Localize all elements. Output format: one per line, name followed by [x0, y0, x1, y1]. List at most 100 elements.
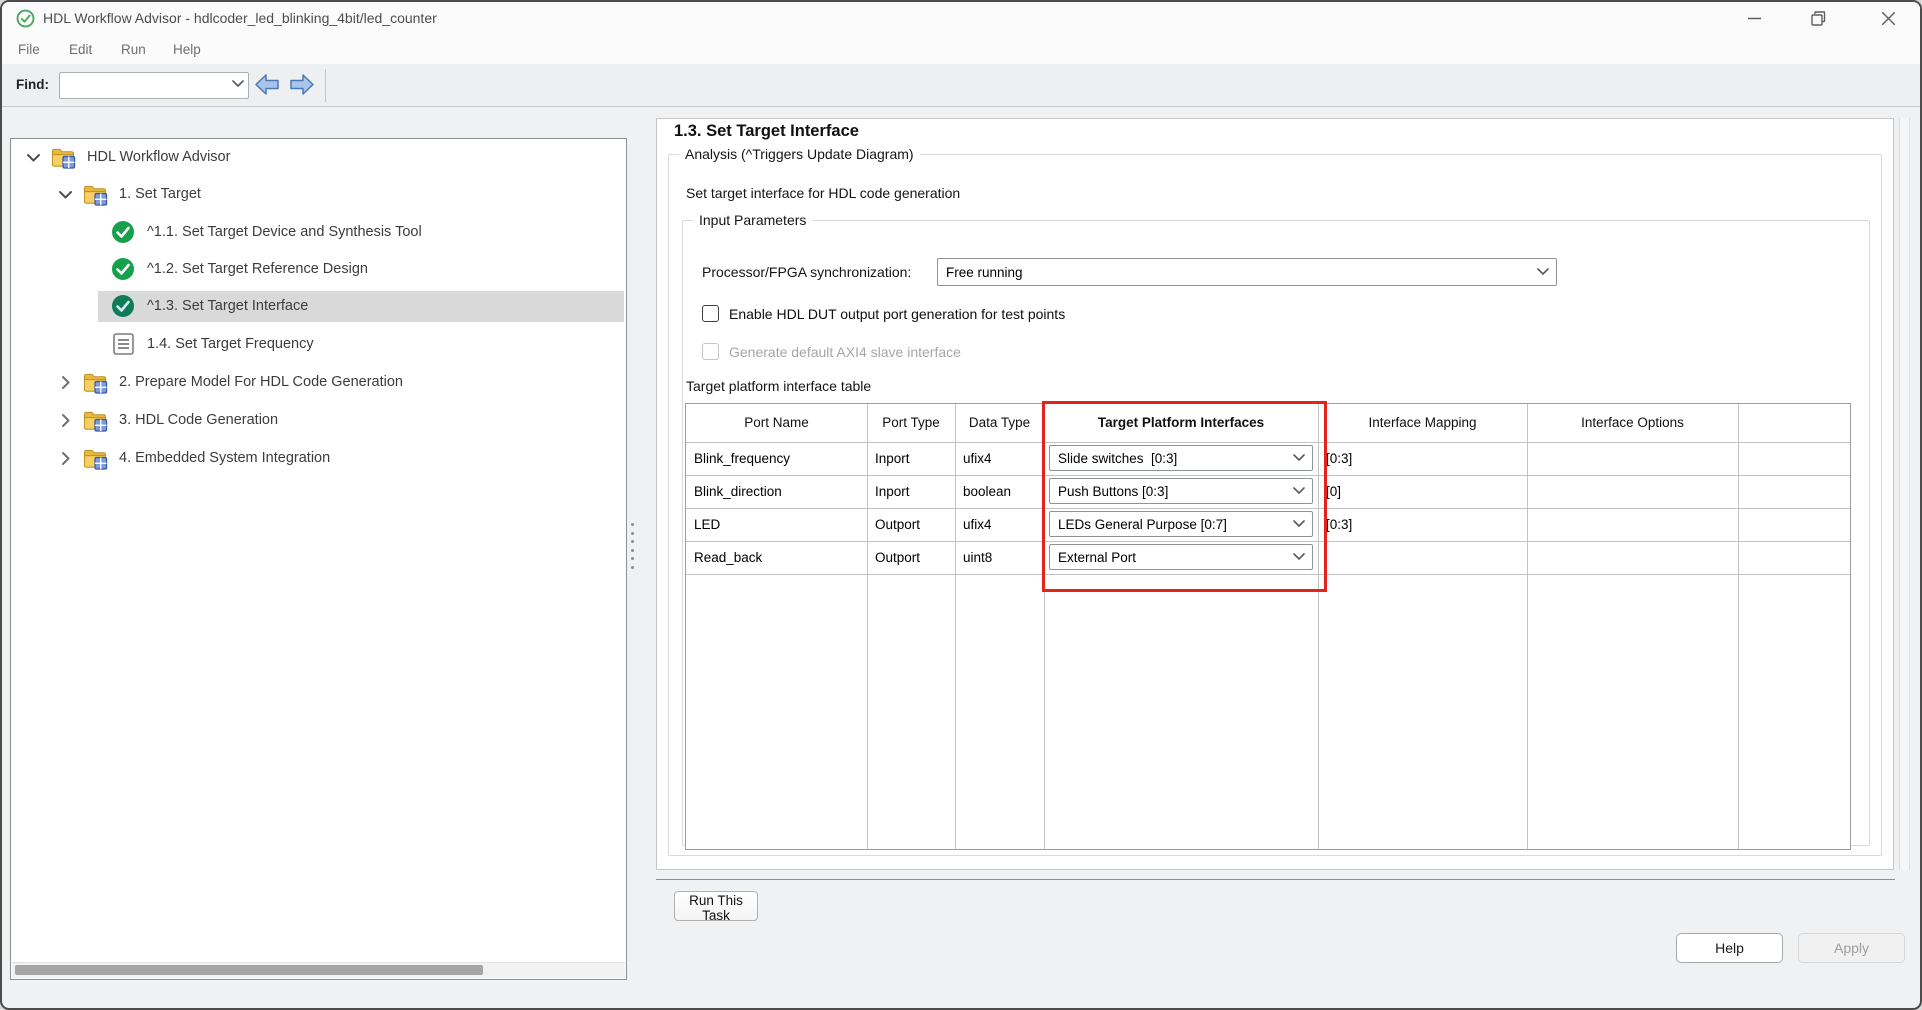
cell-port-name[interactable]: Read_back — [686, 541, 867, 574]
find-previous-button[interactable] — [253, 72, 281, 97]
passed-check-icon — [111, 220, 135, 244]
sync-label: Processor/FPGA synchronization: — [702, 264, 912, 280]
hdl-workflow-advisor-window: HDL Workflow Advisor - hdlcoder_led_blin… — [0, 0, 1922, 1010]
passed-check-icon — [111, 257, 135, 281]
tree-item-prepare-model[interactable]: 2. Prepare Model For HDL Code Generation — [11, 367, 626, 398]
cell-data-type[interactable]: ufix4 — [955, 442, 1044, 475]
cell-interface-mapping[interactable]: [0] — [1318, 475, 1527, 508]
col-header-interface-mapping[interactable]: Interface Mapping — [1318, 404, 1527, 442]
cell-data-type[interactable]: boolean — [955, 475, 1044, 508]
help-button[interactable]: Help — [1676, 933, 1783, 963]
chevron-down-icon — [1293, 454, 1305, 461]
axi4-checkbox-disabled — [702, 343, 719, 360]
find-label: Find: — [16, 77, 49, 92]
task-vertical-scrollbar[interactable] — [1899, 118, 1910, 870]
cell-data-type[interactable]: uint8 — [955, 541, 1044, 574]
col-header-port-type[interactable]: Port Type — [867, 404, 955, 442]
title-bar: HDL Workflow Advisor - hdlcoder_led_blin… — [2, 2, 1920, 35]
cell-interface-options[interactable] — [1527, 442, 1738, 475]
toolbar-separator — [325, 69, 326, 102]
cell-interface-options[interactable] — [1527, 508, 1738, 541]
tree-item-label[interactable]: ^1.1. Set Target Device and Synthesis To… — [147, 217, 422, 248]
chevron-down-icon — [1293, 487, 1305, 494]
cell-port-type[interactable]: Outport — [867, 541, 955, 574]
tree-item-set-target-frequency[interactable]: 1.4. Set Target Frequency — [11, 329, 626, 360]
tree-item-label[interactable]: ^1.2. Set Target Reference Design — [147, 254, 368, 285]
tree-item-label[interactable]: 1.4. Set Target Frequency — [147, 329, 314, 360]
chevron-right-icon[interactable] — [57, 374, 74, 391]
passed-check-icon — [111, 294, 135, 318]
tree-item-label[interactable]: 3. HDL Code Generation — [119, 405, 278, 436]
tree-item-hdl-code-generation[interactable]: 3. HDL Code Generation — [11, 405, 626, 436]
app-check-icon — [16, 9, 35, 28]
task-title: 1.3. Set Target Interface — [674, 122, 859, 140]
cell-port-type[interactable]: Inport — [867, 442, 955, 475]
folder-task-icon — [83, 449, 108, 470]
chevron-down-icon[interactable] — [57, 186, 74, 203]
tree-item-label[interactable]: 1. Set Target — [119, 179, 201, 210]
chevron-right-icon[interactable] — [57, 450, 74, 467]
interface-dropdown[interactable]: Slide switches [0:3] — [1049, 445, 1313, 471]
tree-item-embedded-system-integration[interactable]: 4. Embedded System Integration — [11, 443, 626, 474]
tree-item-set-target-reference-design[interactable]: ^1.2. Set Target Reference Design — [11, 254, 626, 285]
task-description: Set target interface for HDL code genera… — [686, 185, 961, 201]
input-parameters-label: Input Parameters — [693, 212, 813, 228]
cell-port-name[interactable]: Blink_direction — [686, 475, 867, 508]
restore-button[interactable] — [1801, 4, 1835, 33]
tree-item-label[interactable]: ^1.3. Set Target Interface — [147, 291, 308, 322]
tree-item-set-target[interactable]: 1. Set Target — [11, 179, 626, 210]
cell-port-type[interactable]: Outport — [867, 508, 955, 541]
menu-file[interactable]: File — [18, 35, 40, 64]
interface-dropdown-value: Push Buttons [0:3] — [1058, 483, 1169, 499]
cell-interface-mapping[interactable]: [0:3] — [1318, 508, 1527, 541]
cell-port-type[interactable]: Inport — [867, 475, 955, 508]
find-next-button[interactable] — [288, 72, 316, 97]
tree-item-set-target-interface[interactable]: ^1.3. Set Target Interface — [11, 291, 626, 322]
cell-port-name[interactable]: Blink_frequency — [686, 442, 867, 475]
chevron-right-icon[interactable] — [57, 412, 74, 429]
tree-horizontal-scrollbar[interactable] — [12, 962, 625, 978]
cell-interface-options[interactable] — [1527, 541, 1738, 574]
find-input[interactable] — [63, 74, 223, 97]
col-header-interface-options[interactable]: Interface Options — [1527, 404, 1738, 442]
tree-item-set-target-device[interactable]: ^1.1. Set Target Device and Synthesis To… — [11, 217, 626, 248]
sync-dropdown-value: Free running — [946, 264, 1023, 280]
combo-dropdown-icon[interactable] — [232, 80, 244, 88]
axi4-checkbox-label: Generate default AXI4 slave interface — [729, 344, 961, 360]
tree-item-label[interactable]: HDL Workflow Advisor — [87, 142, 230, 173]
chevron-down-icon — [1293, 520, 1305, 527]
menu-help[interactable]: Help — [173, 35, 201, 64]
scrollbar-thumb[interactable] — [15, 965, 483, 975]
interface-dropdown[interactable]: External Port — [1049, 544, 1313, 570]
apply-button[interactable]: Apply — [1798, 933, 1905, 963]
col-header-port-name[interactable]: Port Name — [686, 404, 867, 442]
interface-dropdown-value: External Port — [1058, 549, 1137, 565]
close-icon — [1881, 12, 1895, 25]
find-combobox[interactable] — [59, 72, 249, 99]
test-points-checkbox[interactable] — [702, 305, 719, 322]
menu-run[interactable]: Run — [121, 35, 146, 64]
cell-interface-options[interactable] — [1527, 475, 1738, 508]
chevron-down-icon[interactable] — [25, 149, 42, 166]
tree-item-hdl-workflow-advisor[interactable]: HDL Workflow Advisor — [11, 142, 626, 173]
restore-icon — [1810, 11, 1825, 26]
sync-dropdown[interactable]: Free running — [937, 258, 1557, 286]
cell-interface-mapping[interactable]: [0:3] — [1318, 442, 1527, 475]
col-header-target-platform-interfaces[interactable]: Target Platform Interfaces — [1044, 404, 1318, 442]
minimize-button[interactable] — [1737, 4, 1771, 33]
interface-dropdown[interactable]: Push Buttons [0:3] — [1049, 478, 1313, 504]
cell-port-name[interactable]: LED — [686, 508, 867, 541]
cell-data-type[interactable]: ufix4 — [955, 508, 1044, 541]
panel-splitter-handle[interactable] — [630, 523, 635, 569]
interface-dropdown[interactable]: LEDs General Purpose [0:7] — [1049, 511, 1313, 537]
run-this-task-button[interactable]: Run This Task — [674, 891, 758, 923]
interface-table-label: Target platform interface table — [686, 378, 872, 394]
tree-item-label[interactable]: 2. Prepare Model For HDL Code Generation — [119, 367, 403, 398]
close-button[interactable] — [1871, 4, 1905, 33]
panel-bottom-separator — [656, 879, 1895, 880]
tree-item-label[interactable]: 4. Embedded System Integration — [119, 443, 330, 474]
col-header-data-type[interactable]: Data Type — [955, 404, 1044, 442]
test-points-checkbox-label[interactable]: Enable HDL DUT output port generation fo… — [729, 306, 1065, 322]
cell-interface-mapping[interactable] — [1318, 541, 1527, 574]
menu-edit[interactable]: Edit — [69, 35, 92, 64]
